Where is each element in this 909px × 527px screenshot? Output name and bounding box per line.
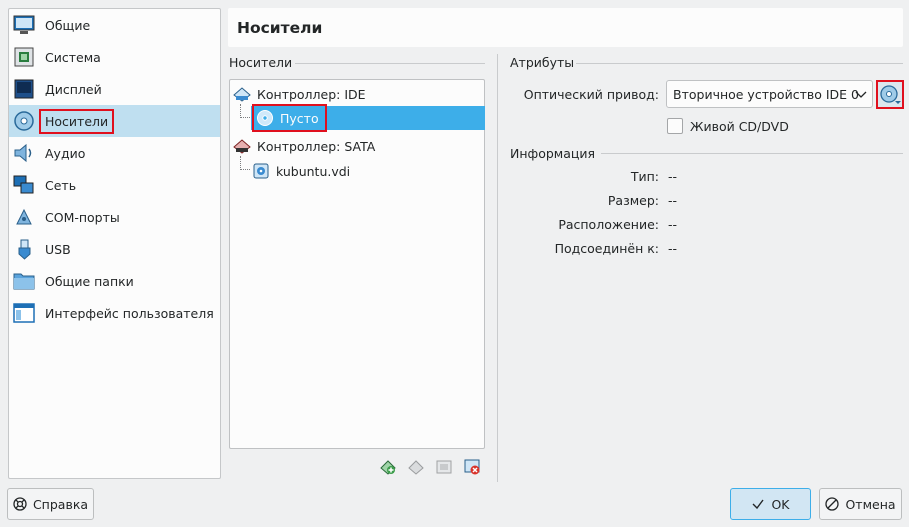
optical-disc-icon — [256, 109, 274, 127]
help-lifebuoy-icon — [13, 497, 27, 511]
info-location-label: Расположение: — [558, 217, 659, 232]
sidebar-item-general[interactable]: Общие — [9, 9, 220, 41]
sidebar-item-label: Общие — [45, 17, 91, 33]
attributes-group-divider — [576, 63, 903, 64]
storage-group-title: Носители — [229, 55, 293, 70]
sidebar-item-label: Интерфейс пользователя — [45, 305, 214, 321]
sidebar-item-display[interactable]: Дисплей — [9, 73, 220, 105]
cancel-button-label: Отмена — [845, 496, 896, 512]
tree-connector — [240, 156, 250, 170]
add-controller-button[interactable] — [434, 457, 454, 477]
monitor-general-icon — [13, 14, 35, 36]
sidebar-item-system[interactable]: Система — [9, 41, 220, 73]
chevron-down-icon — [854, 87, 868, 104]
information-group-title: Информация — [510, 146, 596, 161]
sidebar-item-network[interactable]: Сеть — [9, 169, 220, 201]
sidebar-item-shared-folders[interactable]: Общие папки — [9, 265, 220, 297]
live-cd-checkbox[interactable] — [667, 118, 683, 134]
sidebar-item-label: Сеть — [45, 177, 77, 193]
sidebar-item-label: Система — [45, 49, 101, 65]
tree-item-label: Контроллер: SATA — [257, 138, 376, 154]
live-cd-label: Живой CD/DVD — [690, 119, 789, 134]
remove-disk-icon — [408, 460, 424, 475]
information-group-divider — [601, 153, 903, 154]
serial-port-icon — [13, 206, 35, 228]
storage-group-divider — [295, 63, 485, 64]
panel-divider — [497, 54, 498, 482]
tree-item-label: kubuntu.vdi — [276, 163, 351, 179]
user-interface-icon — [13, 302, 35, 324]
optical-disc-menu-icon — [880, 84, 901, 104]
sidebar-item-label: Носители — [39, 108, 115, 134]
help-button[interactable]: Справка — [7, 488, 94, 520]
optical-drive-label: Оптический привод: — [523, 87, 659, 102]
sidebar-item-audio[interactable]: Аудио — [9, 137, 220, 169]
controller-icon — [436, 460, 452, 474]
settings-sidebar: Общие Система Дисплей Носители Аудио Сет… — [8, 8, 221, 479]
storage-disc-icon — [13, 110, 35, 132]
choose-disk-button[interactable] — [876, 80, 904, 109]
info-location-value: -- — [668, 217, 678, 232]
ok-button[interactable]: OK — [730, 488, 811, 520]
info-attached-value: -- — [668, 241, 678, 256]
ok-button-label: OK — [771, 496, 790, 512]
network-icon — [13, 174, 35, 196]
tree-item-label: Контроллер: IDE — [257, 86, 366, 102]
cancel-button[interactable]: Отмена — [819, 488, 902, 520]
display-icon — [13, 78, 35, 100]
sidebar-item-label: COM-порты — [45, 209, 120, 225]
sidebar-item-label: Дисплей — [45, 81, 102, 97]
add-disk-icon — [380, 460, 396, 475]
ide-controller-icon — [233, 85, 251, 103]
remove-controller-button[interactable] — [462, 457, 482, 477]
tree-item-kubuntu-disk[interactable]: kubuntu.vdi — [252, 159, 350, 183]
sidebar-item-com-ports[interactable]: COM-порты — [9, 201, 220, 233]
sata-controller-icon — [233, 137, 251, 155]
page-title: Носители — [228, 8, 903, 47]
storage-tree[interactable]: Контроллер: IDE Пусто Контроллер: SATA k… — [229, 79, 485, 449]
hard-disk-icon — [252, 162, 270, 180]
info-type-label: Тип: — [630, 169, 659, 184]
attributes-group-title: Атрибуты — [510, 55, 575, 70]
help-button-label: Справка — [32, 496, 89, 512]
tree-item-label: Пусто — [280, 110, 319, 126]
sidebar-item-label: Общие папки — [45, 273, 134, 289]
sidebar-item-usb[interactable]: USB — [9, 233, 220, 265]
tree-item-ide-controller[interactable]: Контроллер: IDE — [233, 82, 366, 106]
tree-item-empty-drive[interactable]: Пусто — [251, 104, 485, 132]
checkmark-icon — [751, 497, 765, 511]
optical-drive-value: Вторичное устройство IDE 0 — [673, 86, 859, 102]
sidebar-item-label: Аудио — [45, 145, 86, 161]
info-size-label: Размер: — [607, 193, 659, 208]
sidebar-item-label: USB — [45, 241, 71, 257]
chip-system-icon — [13, 46, 35, 68]
sidebar-item-user-interface[interactable]: Интерфейс пользователя — [9, 297, 220, 329]
speaker-icon — [13, 142, 35, 164]
usb-icon — [13, 238, 35, 260]
cancel-icon — [825, 497, 840, 511]
tree-item-sata-controller[interactable]: Контроллер: SATA — [233, 134, 375, 158]
add-attachment-button[interactable] — [378, 457, 398, 477]
tree-connector — [240, 104, 250, 118]
info-attached-label: Подсоединён к: — [554, 241, 659, 256]
shared-folder-icon — [13, 270, 35, 292]
info-size-value: -- — [668, 193, 678, 208]
remove-attachment-button[interactable] — [406, 457, 426, 477]
optical-drive-select[interactable]: Вторичное устройство IDE 0 — [666, 80, 873, 108]
info-type-value: -- — [668, 169, 678, 184]
remove-controller-icon — [464, 459, 480, 475]
sidebar-item-storage[interactable]: Носители — [9, 105, 220, 137]
